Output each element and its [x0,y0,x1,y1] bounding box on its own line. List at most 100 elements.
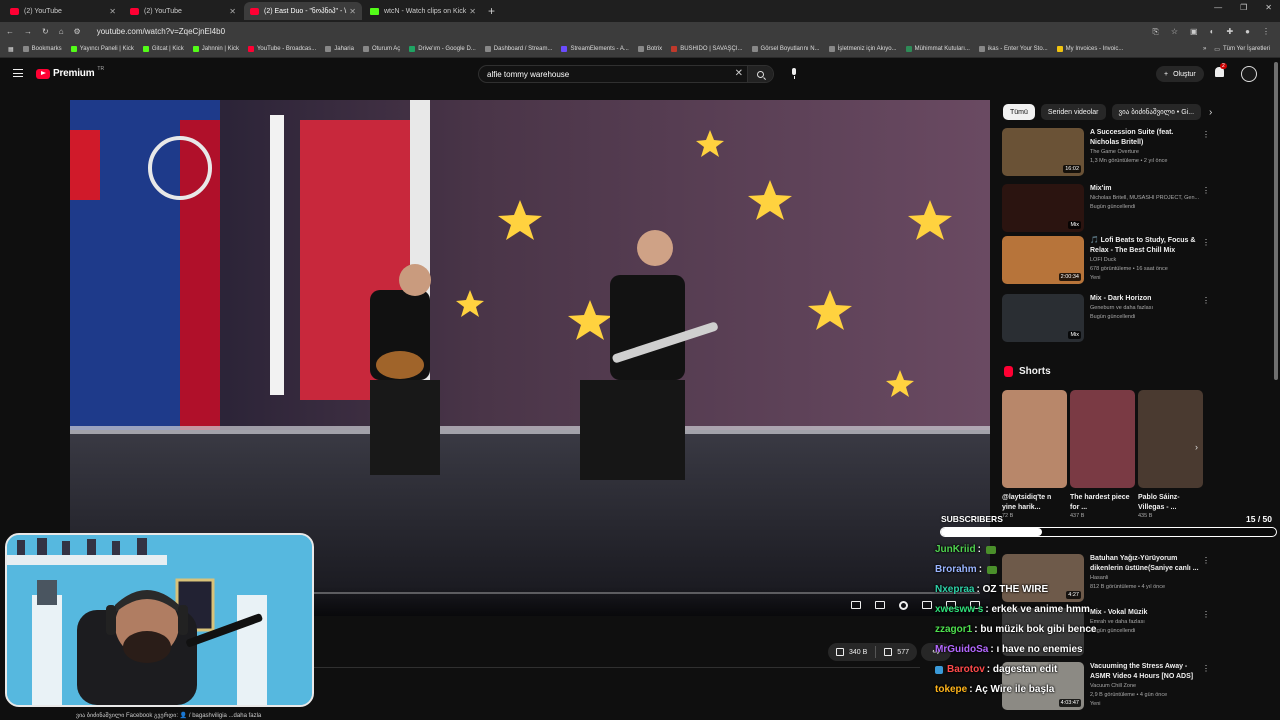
short-thumbnail[interactable] [1002,390,1067,488]
bookmark-item[interactable]: Mühimmat Kutuları... [905,46,970,52]
close-tab-icon[interactable]: ✕ [109,7,116,16]
close-tab-icon[interactable]: ✕ [349,7,356,16]
minimize-icon[interactable]: — [1214,3,1222,12]
short-title[interactable]: @laytsidiq'te n yine harik... [1002,493,1067,513]
create-button[interactable]: + Oluştur [1156,66,1204,82]
channel-name[interactable]: Geneburn ve daha fazlası [1090,304,1204,313]
more-options-icon[interactable]: ⋮ [1202,186,1210,195]
browser-tab-active[interactable]: (2) East Duo - "ნოპნიპ" - \ ✕ [244,2,362,20]
clear-search-icon[interactable]: ✕ [735,68,743,79]
video-thumbnail[interactable]: Mix [1002,294,1084,342]
bookmark-item[interactable]: Görsel Boyutlarını N... [751,46,820,52]
search-input[interactable] [487,69,727,79]
bookmark-item[interactable]: StreamElements - A... [561,46,629,52]
recommendation-item[interactable]: Mix Mix'im Nicholas Britell, MUSASHI PROJE… [1002,184,1212,234]
short-item[interactable]: Pablo Sáinz-Villegas - ... 435 B [1138,390,1203,519]
video-thumbnail[interactable]: Mix [1002,184,1084,232]
extension-icon[interactable]: ▣ [1190,27,1198,37]
search-button[interactable] [747,66,773,82]
short-item[interactable]: The hardest piece for ... 437 B [1070,390,1135,519]
bookmark-item[interactable]: Oturum Aç [362,46,400,52]
recommendation-item[interactable]: Mix Mix - Dark Horizon Geneburn ve daha fa… [1002,294,1212,344]
bookmarks-overflow-button[interactable]: » [1203,46,1206,53]
bookmark-item[interactable]: Bookmarks [22,46,62,52]
chip-series[interactable]: Seriden videolar [1040,104,1106,120]
extension-icon[interactable]: ◐ [1210,27,1215,37]
bookmark-item[interactable]: My Invoices - Invoic... [1056,46,1123,52]
site-info-icon[interactable]: ⚙ [74,27,81,36]
more-options-icon[interactable]: ⋮ [1202,130,1210,139]
close-tab-icon[interactable]: ✕ [229,7,236,16]
description-snippet[interactable]: ვია ბიძინაშვილი Facebook გვერდი: 👤 / bag… [76,712,261,719]
install-icon[interactable]: ⎘ [1152,27,1158,37]
video-title[interactable]: Mix - Dark Horizon [1090,294,1204,304]
chat-message: tokepe: Aç Wire ile başla [932,680,1272,700]
new-tab-button[interactable]: + [488,4,495,18]
more-options-icon[interactable]: ⋮ [1202,238,1210,247]
browser-tab[interactable]: wtcN - Watch clips on Kick ✕ [364,2,482,20]
video-title[interactable]: 🎵 Lofi Beats to Study, Focus & Relax - T… [1090,236,1204,256]
maximize-icon[interactable]: ❐ [1240,3,1247,12]
browser-menu-icon[interactable]: ⋮ [1262,27,1270,37]
bookmark-item[interactable]: Jahnnin | Kick [192,46,239,52]
like-icon[interactable] [836,648,844,656]
short-title[interactable]: Pablo Sáinz-Villegas - ... [1138,493,1203,513]
bookmark-item[interactable]: İşletmeniz için Akıyo... [828,46,897,52]
chip-all[interactable]: Tümü [1003,104,1035,120]
close-window-icon[interactable]: ✕ [1265,3,1272,12]
subtitles-icon[interactable] [875,601,885,609]
bookmark-item[interactable]: Botrix [637,46,662,52]
bookmark-item[interactable]: BUSHIDO | SAVAŞÇI... [671,46,743,52]
settings-gear-icon[interactable] [899,601,908,610]
folder-icon: ▭ [1214,46,1220,53]
back-icon[interactable]: ← [6,27,14,36]
youtube-logo[interactable]: Premium TR [36,66,104,79]
channel-name[interactable]: Nicholas Britell, MUSASHI PROJECT, Gen..… [1090,194,1204,203]
forward-icon[interactable]: → [24,27,32,36]
chip-channel[interactable]: ვია ბიძინაშვილი • Gi... [1111,104,1202,120]
microphone-icon[interactable] [790,68,798,80]
video-title[interactable]: A Succession Suite (feat. Nicholas Brite… [1090,128,1204,148]
bookmark-item[interactable]: Dashboard / Stream... [484,46,552,52]
dislike-count[interactable]: 577 [897,649,909,656]
extensions-puzzle-icon[interactable]: ✚ [1226,27,1233,37]
scrollbar[interactable] [1274,62,1278,380]
reload-icon[interactable]: ↻ [42,27,49,36]
dislike-icon[interactable] [884,648,893,656]
autoplay-toggle-icon[interactable] [851,601,861,609]
avatar[interactable] [1241,66,1257,82]
recommendation-item[interactable]: 16:02 A Succession Suite (feat. Nicholas … [1002,128,1212,178]
video-title[interactable]: Mix'im [1090,184,1204,194]
close-tab-icon[interactable]: ✕ [469,7,476,16]
browser-tab[interactable]: (2) YouTube ✕ [124,2,242,20]
profile-icon[interactable]: ● [1245,27,1250,37]
video-thumbnail[interactable]: 16:02 [1002,128,1084,176]
short-thumbnail[interactable] [1070,390,1135,488]
channel-name[interactable]: LOFI Duck [1090,256,1204,265]
apps-icon[interactable]: ▦ [8,46,14,53]
bookmark-item[interactable]: Yayıncı Paneli | Kick [70,46,134,52]
recommendation-item[interactable]: 2:00:34 🎵 Lofi Beats to Study, Focus & Re… [1002,236,1212,286]
channel-name[interactable]: The Game Overture [1090,148,1204,157]
bookmark-star-icon[interactable]: ☆ [1171,27,1178,37]
bookmark-item[interactable]: Drive'ım - Google D... [409,46,476,52]
bookmark-item[interactable]: ikas - Enter Your Sto... [978,46,1048,52]
url-field[interactable]: youtube.com/watch?v=ZqeCjnEl4b0 [97,27,225,36]
menu-icon[interactable] [13,69,23,77]
bookmark-item[interactable]: Jaharia [325,46,354,52]
bookmark-item[interactable]: YouTube - Broadcas... [247,46,316,52]
browser-tab[interactable]: (2) YouTube ✕ [4,2,122,20]
miniplayer-icon[interactable] [922,601,932,609]
all-bookmarks-button[interactable]: ▭ Tüm Yer İşaretleri [1214,46,1270,53]
short-title[interactable]: The hardest piece for ... [1070,493,1135,513]
short-thumbnail[interactable] [1138,390,1203,488]
chevron-right-icon[interactable]: › [1195,442,1198,452]
short-item[interactable]: @laytsidiq'te n yine harik... 72 B [1002,390,1067,519]
notifications-bell-icon[interactable]: 2 [1215,63,1227,77]
more-options-icon[interactable]: ⋮ [1202,296,1210,305]
home-icon[interactable]: ⌂ [59,27,64,36]
chevron-right-icon[interactable]: › [1209,107,1212,118]
like-count[interactable]: 340 B [849,649,867,656]
bookmark-item[interactable]: Gitcat | Kick [142,46,184,52]
video-thumbnail[interactable]: 2:00:34 [1002,236,1084,284]
